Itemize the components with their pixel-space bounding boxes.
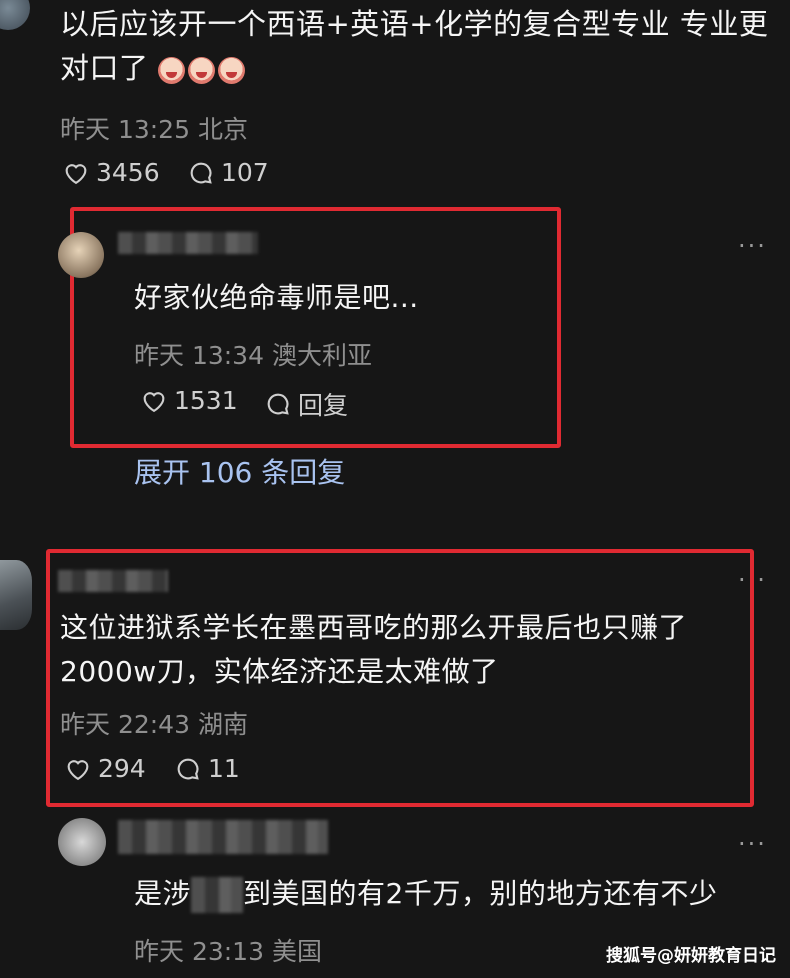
reply-text-part: 是涉 — [134, 877, 192, 910]
comment-bubble-icon — [190, 162, 212, 184]
comment-text: 这位进狱系学长在墨西哥吃的那么开最后也只赚了 2000w刀，实体经济还是太难做了 — [60, 606, 750, 694]
crying-face-icon — [158, 56, 186, 84]
heart-icon — [143, 391, 165, 412]
blurred-username — [118, 232, 258, 254]
like-button[interactable]: 294 — [64, 754, 146, 783]
comment-text-line: 这位进狱系学长在墨西哥吃的那么开最后也只赚了 — [60, 611, 688, 644]
crying-face-icon — [188, 56, 216, 84]
comment-text: 以后应该开一个西语+英语+化学的复合型专业 专业更 对口了 — [60, 2, 780, 90]
reply-label: 回复 — [298, 391, 349, 420]
reply-meta: 昨天 13:34 澳大利亚 — [134, 341, 372, 370]
avatar[interactable] — [58, 818, 106, 866]
like-count: 294 — [98, 754, 146, 783]
blurred-username — [118, 820, 328, 854]
more-options-icon[interactable]: ··· — [738, 232, 767, 260]
heart-icon — [65, 163, 87, 184]
comment-bubble-icon — [177, 758, 199, 780]
more-options-icon[interactable]: ··· — [738, 830, 767, 858]
reply-button[interactable]: 107 — [187, 158, 269, 187]
watermark: 搜狐号@妍妍教育日记 — [606, 946, 776, 966]
crying-face-icon — [218, 56, 246, 84]
comment-bubble-icon — [267, 393, 289, 415]
avatar[interactable] — [0, 0, 30, 30]
expand-replies-link[interactable]: 展开 106 条回复 — [134, 451, 345, 491]
like-count: 3456 — [96, 158, 160, 187]
comment-text-line: 对口了 — [60, 51, 149, 85]
comment-meta: 昨天 13:25 北京 — [60, 115, 248, 144]
reply-count: 11 — [208, 754, 240, 783]
like-count: 1531 — [174, 386, 238, 415]
avatar[interactable] — [58, 232, 104, 278]
like-button[interactable]: 3456 — [62, 158, 160, 187]
comment-text-line: 以后应该开一个西语+英语+化学的复合型专业 专业更 — [60, 7, 769, 41]
blurred-text — [191, 877, 244, 913]
comment-text-line: 2000w刀，实体经济还是太难做了 — [60, 655, 499, 688]
reply-button[interactable]: 回复 — [264, 386, 348, 422]
reply-button[interactable]: 11 — [174, 754, 240, 783]
like-button[interactable]: 1531 — [140, 386, 238, 415]
heart-icon — [67, 759, 89, 780]
reply-text: 好家伙绝命毒师是吧... — [134, 281, 419, 314]
reply-text: 是涉 到美国的有2千万，别的地方还有不少 — [134, 872, 717, 916]
comment-meta: 昨天 22:43 湖南 — [60, 710, 248, 739]
reply-text-part: 到美国的有2千万，别的地方还有不少 — [243, 877, 718, 910]
reply-count: 107 — [221, 158, 269, 187]
avatar[interactable] — [0, 560, 32, 630]
reply-meta: 昨天 23:13 美国 — [134, 937, 322, 966]
